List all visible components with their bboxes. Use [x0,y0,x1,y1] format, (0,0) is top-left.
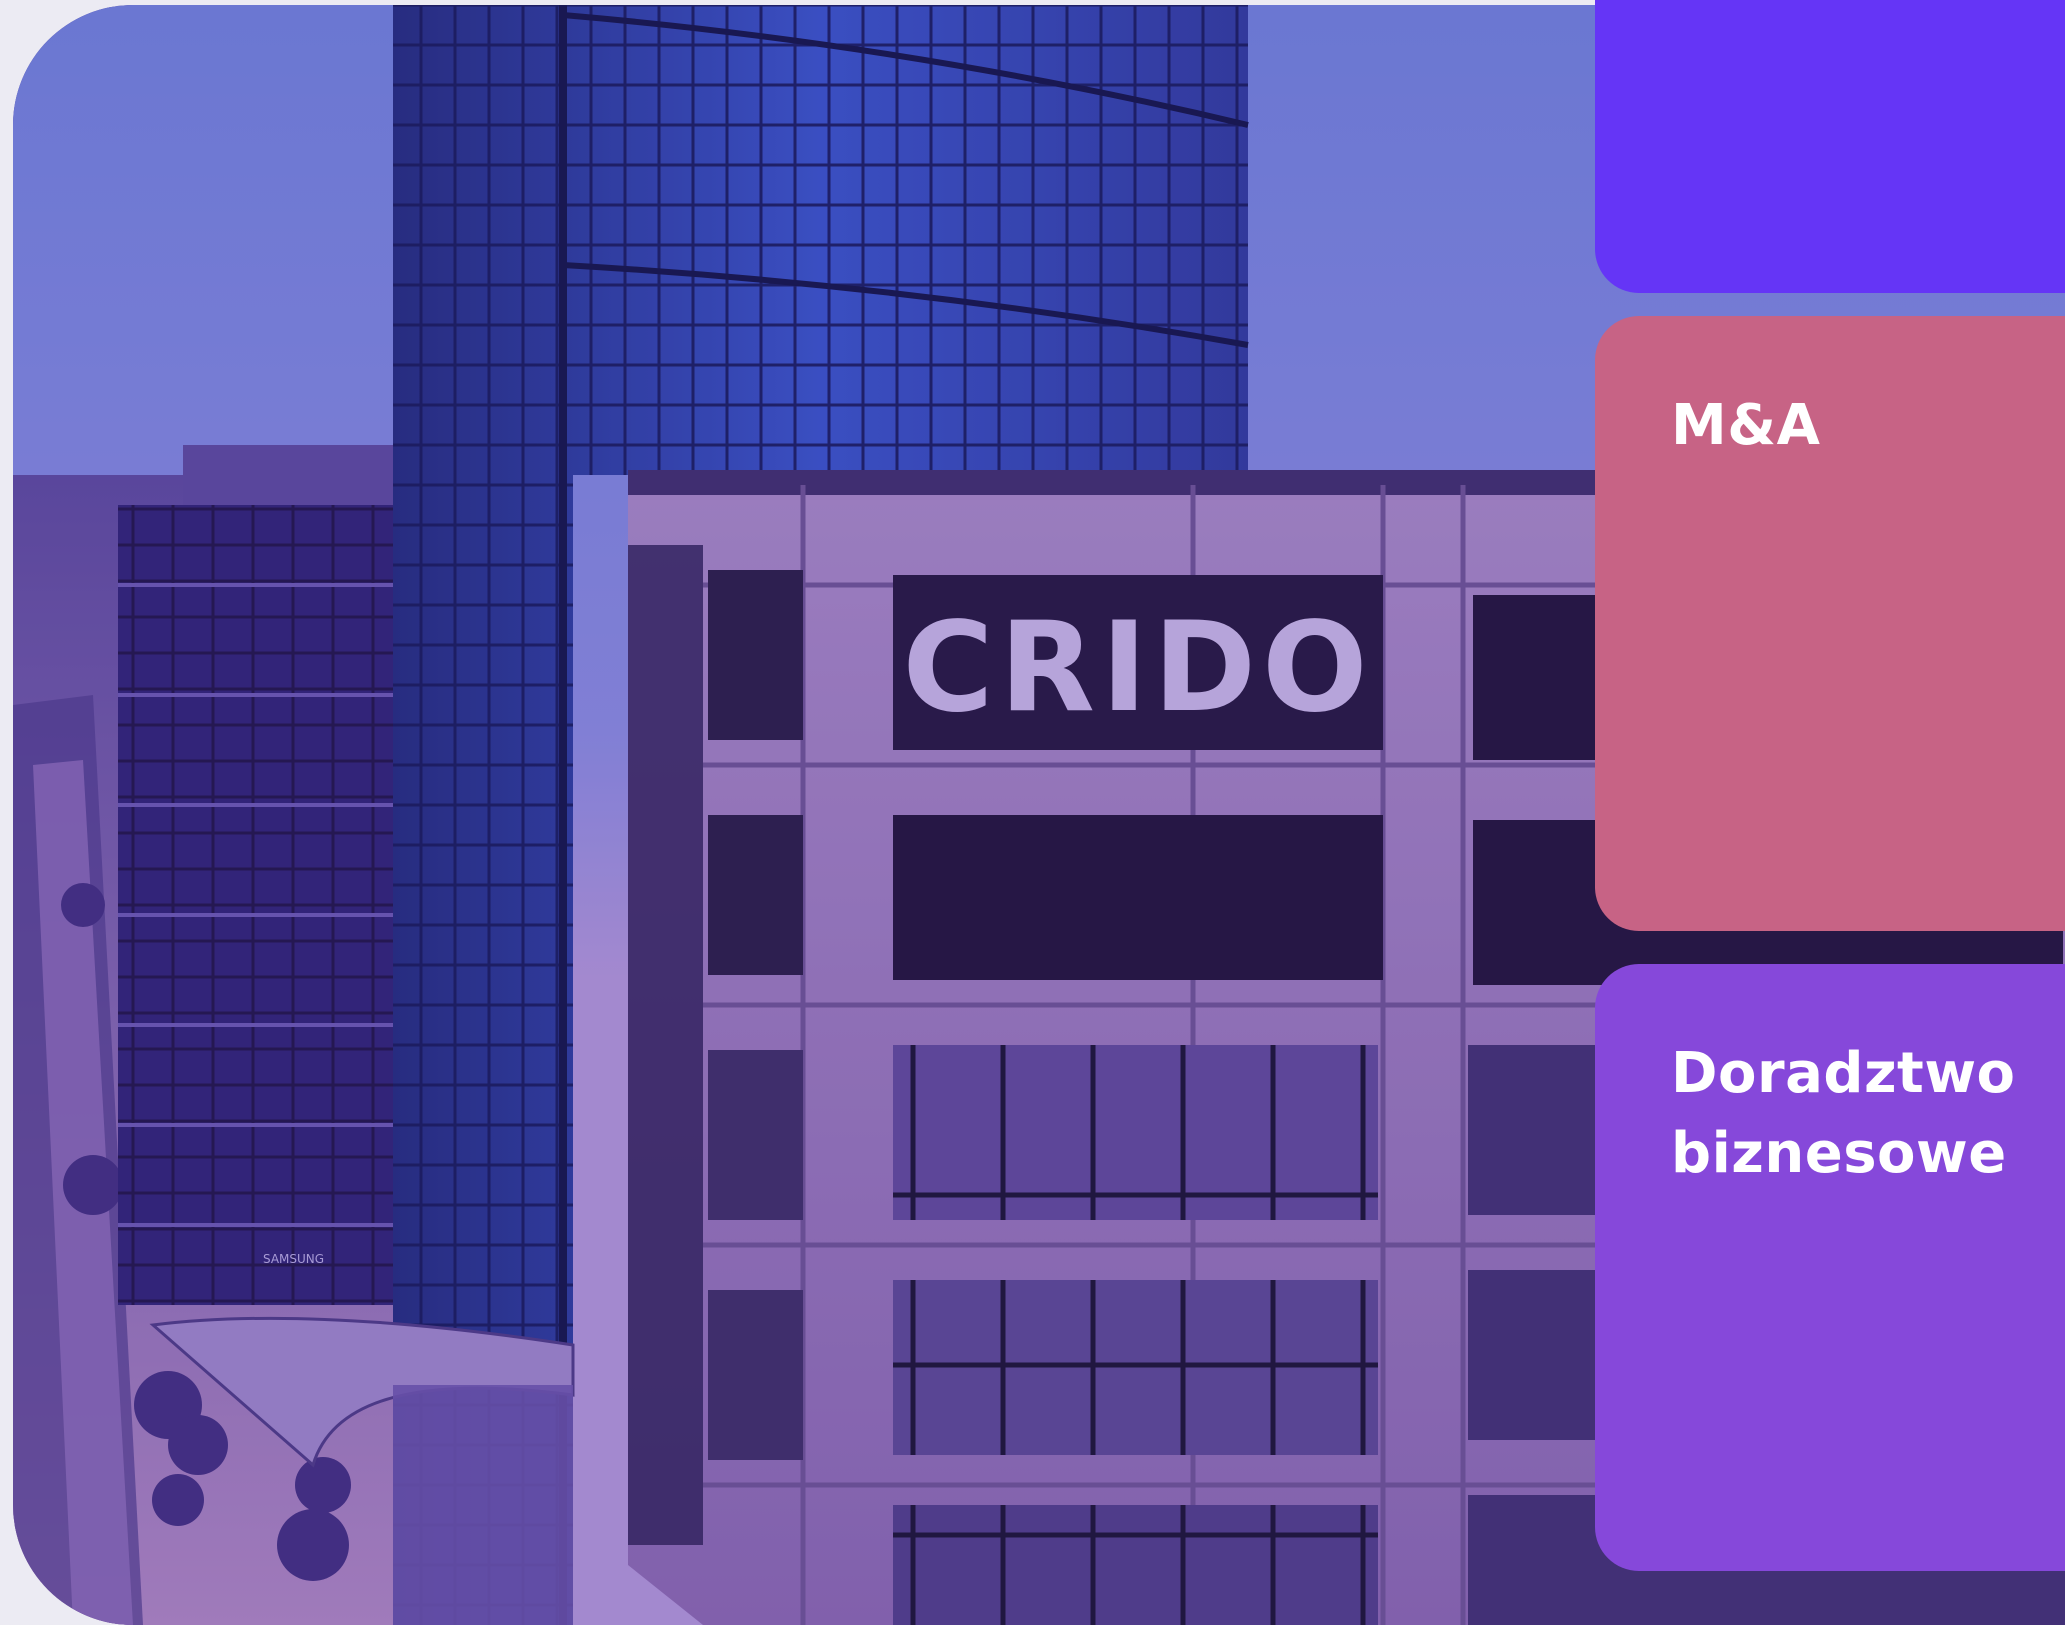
service-card-1[interactable] [1595,0,2065,293]
service-card-ma-title: M&A [1671,393,1821,458]
service-card-ma[interactable]: M&A [1595,316,2065,931]
service-card-business-advisory[interactable]: Doradztwo biznesowe [1595,964,2065,1571]
page: SAMSUNG CRIDO M&A Doradztwo biznesowe [0,0,2065,1625]
service-card-business-advisory-title: Doradztwo biznesowe [1671,1041,2016,1186]
